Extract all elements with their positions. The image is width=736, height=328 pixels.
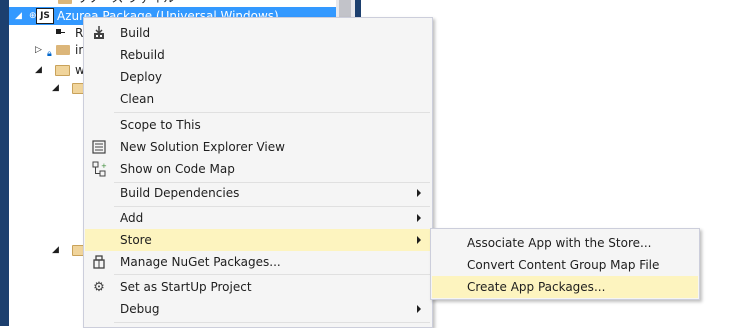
submenu-arrow-icon — [417, 214, 421, 222]
menu-item-label: Set as StartUp Project — [120, 280, 252, 294]
menu-item-label: Build Dependencies — [120, 186, 240, 200]
nuget-icon — [91, 254, 107, 270]
window-frame-left — [0, 0, 9, 326]
menu-item-label: Debug — [120, 302, 160, 316]
menu-separator — [114, 274, 430, 275]
submenu-item-convert-content-group-map[interactable]: Convert Content Group Map File — [432, 254, 698, 276]
submenu-item-label: Associate App with the Store... — [467, 236, 652, 250]
folder-icon — [58, 0, 72, 4]
svg-text:+: + — [101, 162, 107, 170]
store-submenu: Associate App with the Store... Convert … — [430, 228, 700, 300]
js-project-icon: JS — [36, 8, 54, 24]
menu-item-label: Build — [120, 26, 151, 40]
code-map-icon: + — [91, 161, 107, 177]
submenu-item-associate-app[interactable]: Associate App with the Store... — [432, 232, 698, 254]
context-menu: Build Rebuild Deploy Clean Scope to This… — [83, 17, 433, 328]
menu-item-label: Deploy — [120, 70, 163, 84]
menu-item-label: Clean — [120, 92, 155, 106]
menu-item-clean[interactable]: Clean — [85, 88, 431, 110]
collapse-arrow-icon[interactable]: ◢ — [35, 65, 44, 75]
open-folder-icon — [55, 65, 70, 76]
menu-separator — [114, 112, 430, 113]
submenu-item-label: Convert Content Group Map File — [467, 258, 660, 272]
menu-item-label: Store — [120, 233, 152, 247]
menu-item-label: Manage NuGet Packages... — [120, 255, 281, 269]
reference-icon-line — [61, 32, 65, 33]
menu-item-scope-to-this[interactable]: Scope to This — [85, 114, 431, 136]
submenu-item-label: Create App Packages... — [467, 280, 606, 294]
scrollbar-thumb[interactable] — [339, 0, 351, 18]
menu-item-build[interactable]: Build — [85, 22, 431, 44]
menu-item-label: Rebuild — [120, 48, 165, 62]
expand-arrow-icon[interactable]: ▷ — [35, 45, 44, 55]
menu-item-label: Scope to This — [120, 118, 201, 132]
submenu-arrow-icon — [417, 189, 421, 197]
lock-icon: 🔒︎ — [47, 49, 52, 59]
submenu-arrow-icon — [417, 236, 421, 244]
collapse-arrow-icon[interactable]: ◢ — [52, 83, 61, 93]
submenu-item-create-app-packages[interactable]: Create App Packages... — [432, 276, 698, 298]
menu-item-label: New Solution Explorer View — [120, 140, 285, 154]
menu-item-show-on-code-map[interactable]: + Show on Code Map — [85, 158, 431, 180]
menu-item-rebuild[interactable]: Rebuild — [85, 44, 431, 66]
menu-item-store[interactable]: Store — [85, 229, 431, 251]
menu-item-build-dependencies[interactable]: Build Dependencies — [85, 182, 431, 204]
gear-icon: ⚙ — [93, 279, 105, 295]
menu-item-label: Show on Code Map — [120, 162, 235, 176]
menu-item-manage-nuget-packages[interactable]: Manage NuGet Packages... — [85, 251, 431, 273]
menu-item-add[interactable]: Add — [85, 207, 431, 229]
menu-separator — [114, 322, 430, 323]
submenu-arrow-icon — [417, 305, 421, 313]
menu-item-deploy[interactable]: Deploy — [85, 66, 431, 88]
menu-item-debug[interactable]: Debug — [85, 298, 431, 320]
new-view-icon — [91, 139, 107, 155]
menu-item-new-solution-explorer-view[interactable]: New Solution Explorer View — [85, 136, 431, 158]
menu-item-set-as-startup-project[interactable]: ⚙ Set as StartUp Project — [85, 276, 431, 298]
folder-icon — [56, 45, 70, 55]
collapse-arrow-icon[interactable]: ◢ — [52, 245, 61, 255]
build-icon — [91, 25, 107, 41]
menu-item-label: Add — [120, 211, 144, 225]
collapse-arrow-icon[interactable]: ◢ — [15, 11, 24, 21]
